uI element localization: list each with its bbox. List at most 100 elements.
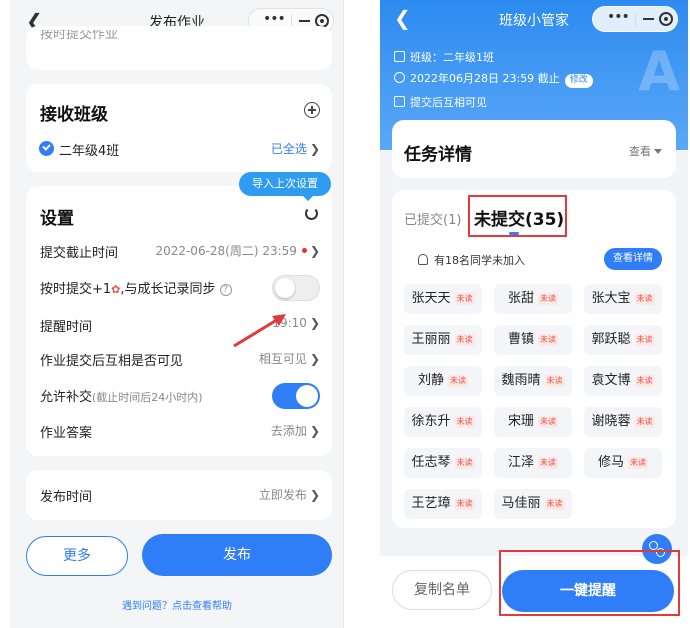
task-detail-card: 任务详情 查看 bbox=[392, 120, 676, 178]
copy-list-button[interactable]: 复制名单 bbox=[392, 570, 492, 610]
flower-icon: ✿ bbox=[111, 283, 121, 296]
select-all-label: 已全选 bbox=[270, 142, 307, 156]
student-chip[interactable]: 谢晓蓉 未读 bbox=[584, 407, 662, 437]
student-name: 谢晓蓉 bbox=[591, 414, 631, 429]
unread-badge: 未读 bbox=[454, 498, 475, 510]
view-dropdown[interactable]: 查看 bbox=[629, 143, 662, 159]
student-chip[interactable]: 张天天 未读 bbox=[404, 284, 482, 314]
student-name: 张大宝 bbox=[591, 291, 631, 306]
unread-badge: 未读 bbox=[538, 334, 558, 346]
unread-badge: 未读 bbox=[634, 416, 655, 428]
help-link[interactable]: 遇到问题？点击查看帮助 bbox=[10, 597, 343, 612]
modify-button[interactable]: 修改 bbox=[564, 74, 593, 88]
student-name: 任志琴 bbox=[411, 455, 451, 470]
minimize-icon[interactable] bbox=[643, 18, 654, 20]
student-chip[interactable]: 郭跃聪 未读 bbox=[584, 325, 662, 355]
more-button[interactable]: 更多 bbox=[26, 536, 128, 576]
late-submit-toggle[interactable] bbox=[272, 383, 320, 409]
screenshot-stage: ❮ 发布作业 ••• 按时提交作业 接收班级 二年级4班 已全选 ❯ 导入上次设置… bbox=[0, 0, 690, 628]
student-chip[interactable]: 袁文博 未读 bbox=[584, 366, 662, 396]
visibility-value: 相互可见 ❯ bbox=[259, 350, 320, 367]
class-name: 二年级4班 bbox=[59, 144, 120, 159]
chevron-right-icon: ❯ bbox=[309, 424, 320, 438]
student-name: 刘静 bbox=[417, 373, 444, 388]
deadline-row[interactable]: 提交截止时间 2022-06-28(周二) 23:59 ❯ bbox=[40, 242, 320, 262]
caret-down-icon bbox=[654, 149, 662, 154]
student-chip[interactable]: 张大宝 未读 bbox=[584, 284, 662, 314]
notice-text: 有18名同学未加入 bbox=[434, 254, 525, 267]
unread-badge: 未读 bbox=[454, 293, 475, 305]
student-name: 宋珊 bbox=[507, 414, 534, 429]
student-name: 王艺璋 bbox=[411, 496, 451, 511]
view-details-button[interactable]: 查看详情 bbox=[604, 248, 662, 270]
visibility-row[interactable]: 作业提交后互相是否可见 相互可见 ❯ bbox=[40, 350, 320, 370]
minimize-icon[interactable] bbox=[299, 20, 310, 22]
student-name: 魏雨晴 bbox=[501, 373, 541, 388]
student-chip[interactable]: 张甜 未读 bbox=[494, 284, 572, 314]
student-chip[interactable]: 王丽丽 未读 bbox=[404, 325, 482, 355]
add-icon[interactable] bbox=[304, 102, 320, 118]
student-chip[interactable]: 魏雨晴 未读 bbox=[494, 366, 572, 396]
answer-row[interactable]: 作业答案 去添加 ❯ bbox=[40, 422, 320, 442]
late-submit-row: 允许补交(截止时间后24小时内) bbox=[40, 383, 320, 409]
student-chip[interactable]: 江泽 未读 bbox=[494, 448, 572, 478]
chevron-right-icon: ❯ bbox=[309, 142, 320, 156]
toggle-knob bbox=[296, 385, 318, 407]
unread-badge: 未读 bbox=[454, 457, 475, 469]
deadline-label: 提交截止时间 bbox=[40, 246, 119, 261]
student-chip[interactable]: 刘静 未读 bbox=[404, 366, 482, 396]
unread-badge: 未读 bbox=[538, 293, 558, 305]
student-chip[interactable]: 宋珊 未读 bbox=[494, 407, 572, 437]
unread-badge: 未读 bbox=[454, 334, 475, 346]
select-all-link[interactable]: 已全选 ❯ bbox=[271, 140, 320, 157]
faded-text: 按时提交作业 bbox=[40, 30, 119, 40]
unread-badge: 未读 bbox=[628, 457, 648, 469]
eye-icon bbox=[394, 96, 405, 107]
help-icon[interactable]: ? bbox=[219, 284, 232, 296]
late-submit-note: (截止时间后24小时内) bbox=[92, 391, 203, 404]
student-chip[interactable]: 王艺璋 未读 bbox=[404, 489, 482, 519]
student-chip[interactable]: 曹镇 未读 bbox=[494, 325, 572, 355]
answer-value: 去添加 ❯ bbox=[271, 422, 320, 439]
more-dots-icon[interactable]: ••• bbox=[607, 9, 630, 25]
answer-label: 作业答案 bbox=[40, 426, 93, 441]
student-name: 江泽 bbox=[507, 455, 534, 470]
class-info: 班级：二年级1班 bbox=[394, 49, 494, 65]
tab-submitted[interactable]: 已提交(1) bbox=[404, 209, 461, 228]
visibility-info: 提交后互相可见 bbox=[394, 94, 487, 110]
clock-icon bbox=[394, 72, 405, 83]
more-dots-icon[interactable]: ••• bbox=[263, 11, 286, 27]
check-icon bbox=[39, 141, 54, 156]
bell-icon bbox=[418, 254, 428, 265]
capsule-divider bbox=[635, 13, 636, 27]
previous-card: 按时提交作业 bbox=[26, 26, 332, 70]
publish-time-row: 发布时间 立即发布 ❯ bbox=[40, 486, 320, 506]
student-chip[interactable]: 任志琴 未读 bbox=[404, 448, 482, 478]
student-chip[interactable]: 徐东升 未读 bbox=[404, 407, 482, 437]
import-last-settings-tooltip[interactable]: 导入上次设置 bbox=[239, 172, 331, 201]
publish-time-card[interactable]: 发布时间 立即发布 ❯ bbox=[26, 470, 332, 520]
ontime-label: 按时提交+1 bbox=[40, 282, 112, 297]
chevron-right-icon: ❯ bbox=[309, 352, 320, 366]
close-target-icon[interactable] bbox=[659, 12, 673, 26]
ontime-toggle[interactable] bbox=[272, 275, 320, 301]
red-dot-icon bbox=[301, 248, 307, 253]
publish-time-value: 立即发布 ❯ bbox=[259, 486, 320, 503]
view-label: 查看 bbox=[629, 145, 651, 158]
refresh-icon[interactable] bbox=[305, 207, 318, 220]
publish-button[interactable]: 发布 bbox=[142, 534, 332, 576]
shield-icon bbox=[394, 51, 405, 62]
red-highlight-box bbox=[499, 550, 680, 616]
toggle-knob bbox=[275, 278, 295, 298]
publish-homework-screen: ❮ 发布作业 ••• 按时提交作业 接收班级 二年级4班 已全选 ❯ 导入上次设置… bbox=[10, 0, 344, 628]
receive-class-card: 接收班级 二年级4班 已全选 ❯ bbox=[26, 84, 332, 172]
student-name: 修马 bbox=[597, 455, 624, 470]
student-chip[interactable]: 马佳丽 未读 bbox=[494, 489, 572, 519]
task-detail-title: 任务详情 bbox=[404, 145, 472, 165]
class-info-text: 班级：二年级1班 bbox=[410, 51, 494, 64]
student-chip[interactable]: 修马 未读 bbox=[584, 448, 662, 478]
student-name: 张天天 bbox=[411, 291, 451, 306]
publish-time-label: 发布时间 bbox=[40, 490, 93, 505]
student-name: 曹镇 bbox=[507, 332, 534, 347]
chevron-right-icon: ❯ bbox=[309, 244, 320, 258]
